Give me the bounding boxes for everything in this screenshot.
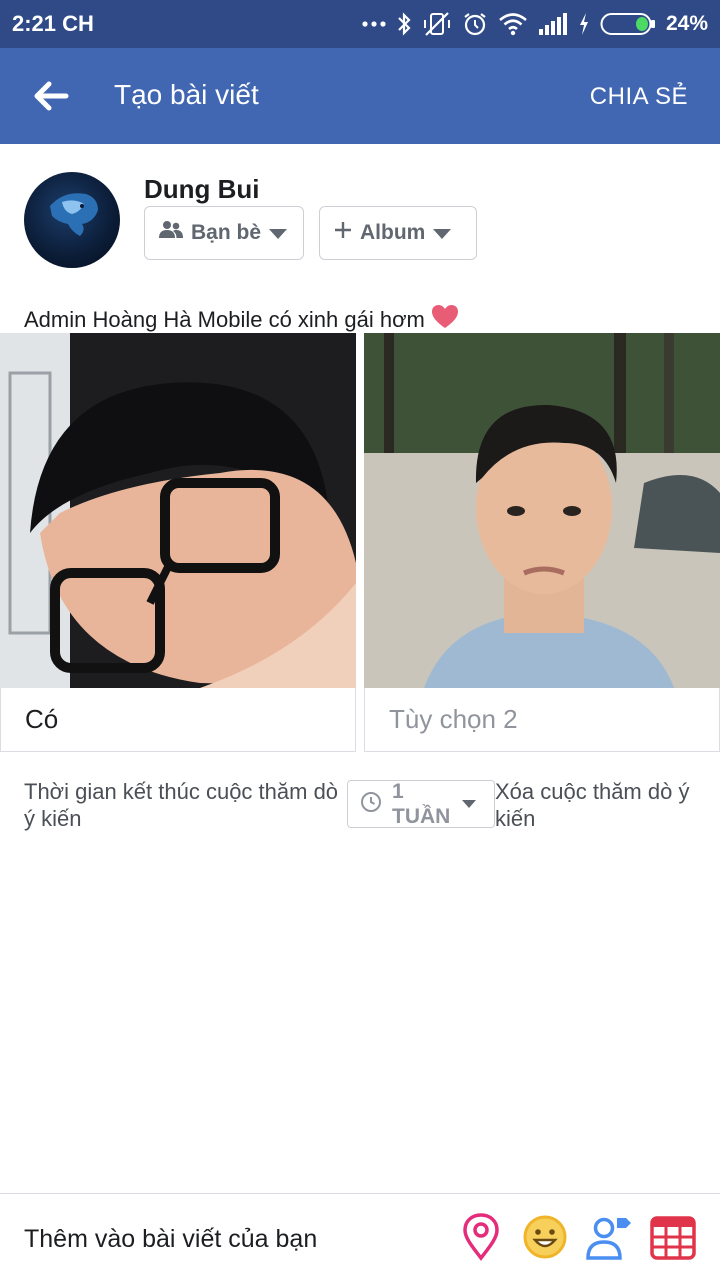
heart-icon: [431, 304, 459, 336]
poll-option-2-placeholder: Tùy chọn 2: [389, 704, 518, 734]
clock-icon: [360, 791, 382, 818]
poll-end-time-label: Thời gian kết thúc cuộc thăm dò ý kiến: [24, 779, 339, 831]
status-time: 2:21 CH: [12, 11, 94, 36]
status-bar: 2:21 CH 24%: [0, 0, 720, 48]
add-to-post-label[interactable]: Thêm vào bài viết của bạn: [24, 1225, 317, 1254]
add-to-post-icons: [456, 1212, 698, 1262]
battery-percent: 24%: [665, 12, 708, 35]
friends-icon: [159, 220, 183, 246]
event-calendar-icon[interactable]: [648, 1212, 698, 1262]
post-text-content: Admin Hoàng Hà Mobile có xinh gái hơm: [24, 307, 425, 332]
plus-icon: [334, 221, 352, 245]
post-text[interactable]: Admin Hoàng Hà Mobile có xinh gái hơm: [24, 304, 459, 336]
more-dots-icon: [362, 20, 386, 28]
add-to-post-bar: Thêm vào bài viết của bạn: [0, 1193, 720, 1280]
wifi-icon: [498, 12, 528, 36]
page-title: Tạo bài viết: [114, 79, 259, 110]
album-selector[interactable]: Album: [319, 206, 477, 260]
app-bar: Tạo bài viết CHIA SẺ: [0, 48, 720, 144]
poll-option-1-photo[interactable]: [0, 333, 356, 688]
avatar[interactable]: [24, 172, 120, 268]
remove-poll-button[interactable]: Xóa cuộc thăm dò ý kiến: [495, 778, 705, 832]
poll-option-2-input[interactable]: Tùy chọn 2: [364, 688, 720, 752]
caret-down-icon: [269, 221, 288, 245]
audience-label: Bạn bè: [191, 221, 262, 244]
poll-option-2-photo[interactable]: [364, 333, 720, 688]
signal-icon: [538, 12, 568, 36]
poll-duration-select[interactable]: 1 TUẦN: [347, 780, 495, 828]
caret-down-icon: [462, 795, 476, 813]
status-icons: 24%: [362, 8, 708, 40]
charging-icon: [578, 12, 590, 36]
back-button[interactable]: [30, 76, 80, 116]
vibrate-off-icon: [422, 11, 452, 37]
poll-settings: Thời gian kết thúc cuộc thăm dò ý kiến 1…: [0, 778, 720, 838]
alarm-icon: [462, 11, 488, 37]
poll-duration-value: 1 TUẦN: [392, 780, 451, 828]
feeling-emoji-icon[interactable]: [520, 1212, 570, 1262]
audience-selector[interactable]: Bạn bè: [144, 206, 304, 260]
arrow-left-icon: [30, 81, 70, 120]
battery-icon: [600, 12, 656, 36]
poll-option-1-input[interactable]: Có: [0, 688, 356, 752]
user-name: Dung Bui: [144, 174, 260, 204]
poll-option-1-value: Có: [25, 704, 59, 734]
location-pin-icon[interactable]: [456, 1212, 506, 1262]
composer-header: Dung Bui Bạn bè Album: [0, 144, 720, 294]
album-label: Album: [360, 221, 426, 244]
bluetooth-icon: [396, 11, 412, 37]
tag-people-icon[interactable]: [584, 1212, 634, 1262]
share-button[interactable]: CHIA SẺ: [590, 83, 688, 111]
caret-down-icon: [433, 221, 452, 245]
